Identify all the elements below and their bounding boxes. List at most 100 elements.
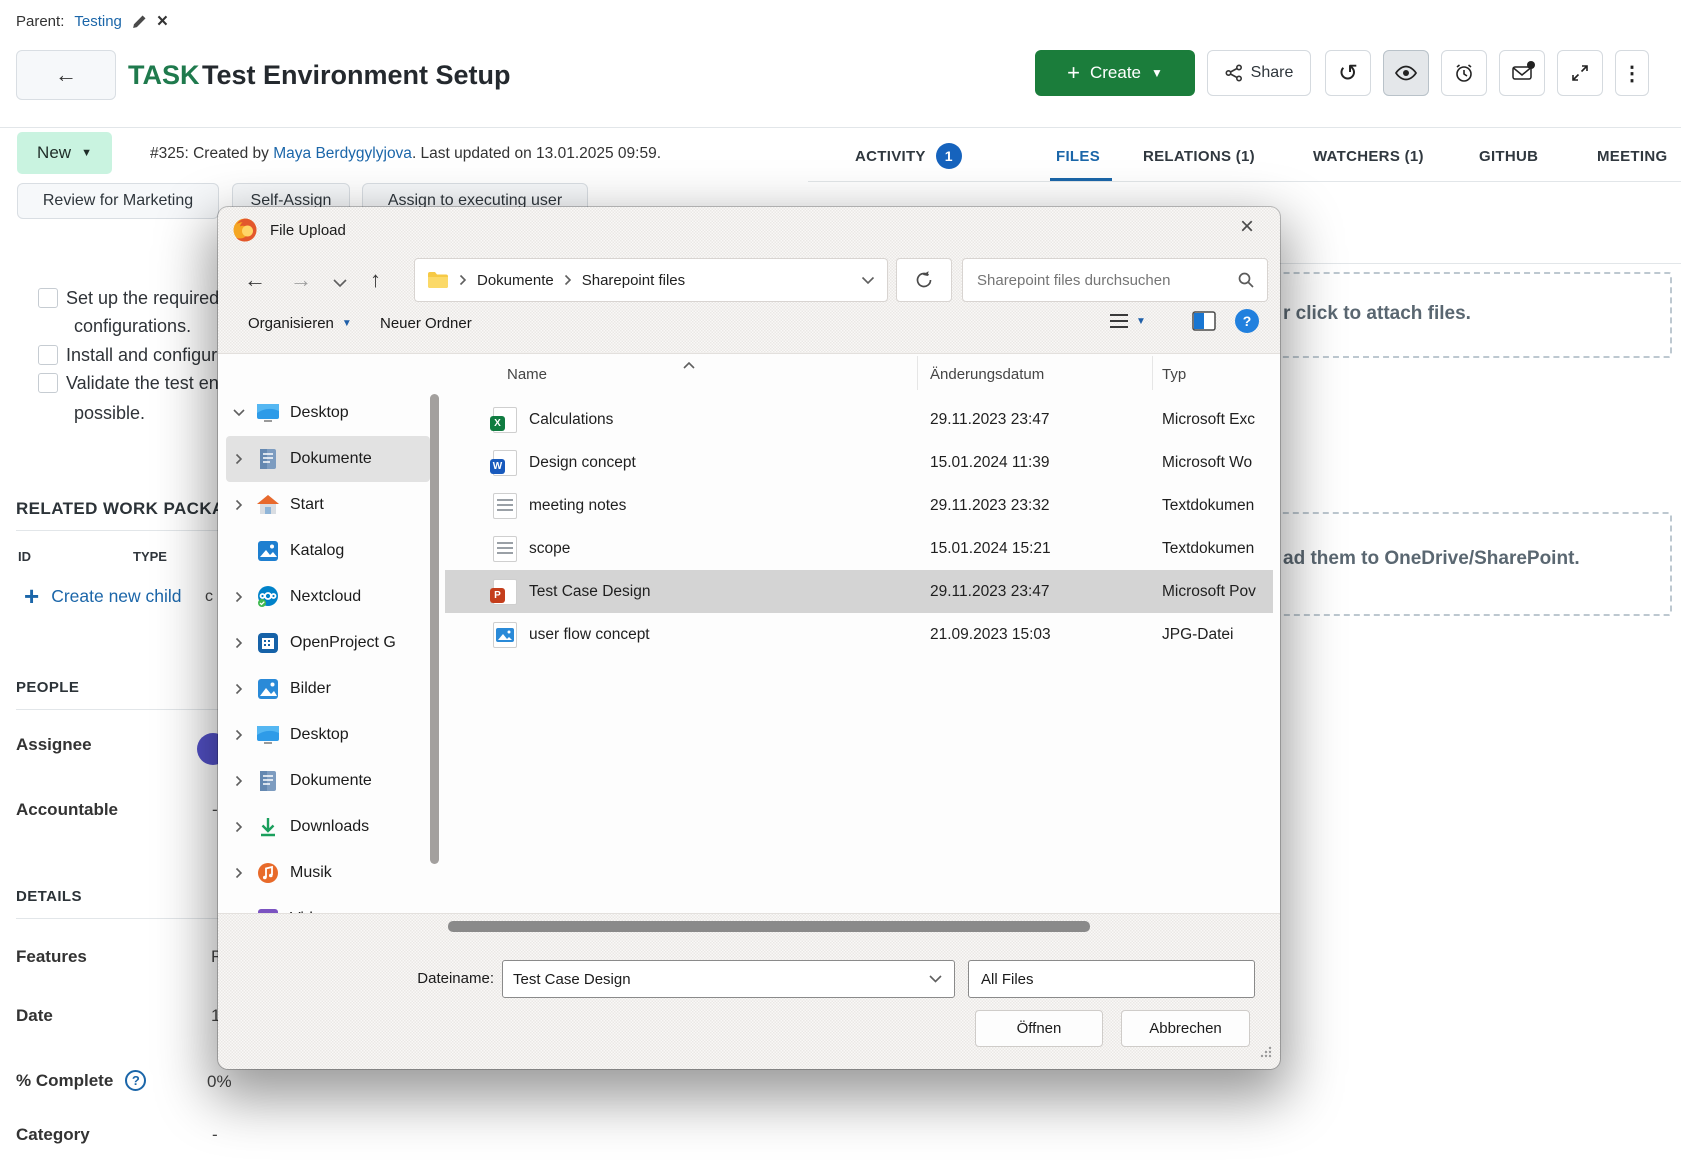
share-button[interactable]: Share bbox=[1207, 50, 1311, 96]
column-date[interactable]: Änderungsdatum bbox=[930, 366, 1044, 383]
file-row-scope[interactable]: scope 15.01.2024 15:21 Textdokumen bbox=[445, 527, 1273, 570]
tree-item-katalog[interactable]: Katalog bbox=[226, 528, 430, 574]
list-horizontal-scrollbar[interactable] bbox=[448, 921, 1090, 932]
accountable-value[interactable]: - bbox=[212, 800, 218, 820]
file-row-calculations[interactable]: X Calculations 29.11.2023 23:47 Microsof… bbox=[445, 398, 1273, 441]
nav-up-icon[interactable]: ↑ bbox=[370, 267, 381, 293]
column-name[interactable]: Name bbox=[507, 366, 547, 383]
more-menu-button[interactable]: ⋮ bbox=[1615, 50, 1649, 96]
tab-relations[interactable]: RELATIONS (1) bbox=[1143, 148, 1255, 165]
parent-link[interactable]: Testing bbox=[74, 13, 122, 30]
chevron-expanded-icon[interactable] bbox=[232, 409, 246, 417]
pct-complete-value[interactable]: 0% bbox=[207, 1072, 232, 1092]
tab-watchers[interactable]: WATCHERS (1) bbox=[1313, 148, 1424, 165]
preview-pane-icon[interactable] bbox=[1192, 311, 1216, 331]
openproject-icon bbox=[256, 631, 280, 655]
activity-history-button[interactable]: ↺ bbox=[1325, 50, 1371, 96]
activity-badge: 1 bbox=[936, 143, 962, 169]
author-link[interactable]: Maya Berdygylyjova bbox=[273, 145, 412, 162]
open-button[interactable]: Öffnen bbox=[975, 1010, 1103, 1047]
chevron-collapsed-icon[interactable] bbox=[232, 729, 246, 741]
back-button[interactable]: ← bbox=[16, 50, 116, 100]
file-row-test-case-design[interactable]: P Test Case Design 29.11.2023 23:47 Micr… bbox=[445, 570, 1273, 613]
tree-item-nextcloud[interactable]: Nextcloud bbox=[226, 574, 430, 620]
help-icon[interactable]: ? bbox=[125, 1070, 146, 1091]
checkbox-validate[interactable] bbox=[38, 373, 58, 393]
chevron-collapsed-icon[interactable] bbox=[232, 683, 246, 695]
checklist-line3: Install and configur bbox=[66, 345, 217, 366]
chevron-collapsed-icon[interactable] bbox=[232, 867, 246, 879]
tree-item-dokumente[interactable]: Dokumente bbox=[226, 436, 430, 482]
filename-input[interactable] bbox=[503, 971, 929, 988]
tree-item-bilder[interactable]: Bilder bbox=[226, 666, 430, 712]
file-row-user-flow-concept[interactable]: user flow concept 21.09.2023 15:03 JPG-D… bbox=[445, 613, 1273, 656]
chevron-collapsed-icon[interactable] bbox=[232, 913, 246, 914]
tree-item-videos[interactable]: Videos bbox=[226, 896, 430, 914]
category-value[interactable]: - bbox=[212, 1125, 218, 1145]
filetype-select[interactable]: All Files bbox=[968, 960, 1255, 998]
music-icon bbox=[256, 861, 280, 885]
cancel-button[interactable]: Abbrechen bbox=[1121, 1010, 1250, 1047]
dialog-titlebar[interactable]: File Upload × bbox=[218, 207, 1280, 253]
resize-grip[interactable] bbox=[1260, 1045, 1272, 1063]
tree-item-dokumente-2[interactable]: Dokumente bbox=[226, 758, 430, 804]
file-row-meeting-notes[interactable]: meeting notes 29.11.2023 23:32 Textdokum… bbox=[445, 484, 1273, 527]
watch-button[interactable] bbox=[1383, 50, 1429, 96]
search-box[interactable] bbox=[962, 258, 1268, 302]
create-new-child-link[interactable]: + Create new child bbox=[24, 583, 182, 609]
nav-recent-chevron-icon[interactable] bbox=[332, 275, 348, 293]
chevron-collapsed-icon[interactable] bbox=[232, 591, 246, 603]
column-separator[interactable] bbox=[1152, 356, 1153, 390]
column-separator[interactable] bbox=[917, 356, 918, 390]
create-button[interactable]: + Create ▼ bbox=[1035, 50, 1195, 96]
new-folder-button[interactable]: Neuer Ordner bbox=[380, 315, 472, 332]
nav-forward-icon[interactable]: → bbox=[290, 267, 312, 293]
chevron-collapsed-icon[interactable] bbox=[232, 637, 246, 649]
tree-item-openproject[interactable]: OpenProject G bbox=[226, 620, 430, 666]
tree-item-desktop[interactable]: Desktop bbox=[226, 712, 430, 758]
tab-meeting[interactable]: MEETING bbox=[1597, 148, 1667, 165]
filename-combobox[interactable] bbox=[502, 960, 955, 998]
reminder-button[interactable] bbox=[1441, 50, 1487, 96]
dialog-help-icon[interactable]: ? bbox=[1235, 309, 1259, 333]
tree-item-desktop-root[interactable]: Desktop bbox=[226, 390, 430, 436]
breadcrumb-documents[interactable]: Dokumente bbox=[477, 272, 554, 289]
breadcrumb-bar[interactable]: Dokumente Sharepoint files bbox=[414, 258, 888, 302]
tree-item-downloads[interactable]: Downloads bbox=[226, 804, 430, 850]
tree-scrollbar[interactable] bbox=[430, 394, 439, 864]
workflow-review-button[interactable]: Review for Marketing bbox=[17, 183, 219, 219]
remove-parent-icon[interactable]: × bbox=[157, 12, 168, 31]
expand-icon bbox=[1571, 64, 1589, 82]
status-button[interactable]: New ▼ bbox=[17, 132, 112, 174]
search-icon[interactable] bbox=[1237, 271, 1255, 289]
view-mode-button[interactable]: ▼ bbox=[1108, 311, 1146, 331]
notifications-button[interactable] bbox=[1499, 50, 1545, 96]
tree-item-start[interactable]: Start bbox=[226, 482, 430, 528]
chevron-down-icon[interactable] bbox=[929, 975, 942, 983]
tab-activity[interactable]: ACTIVITY 1 bbox=[855, 143, 962, 169]
fullscreen-button[interactable] bbox=[1557, 50, 1603, 96]
breadcrumb-sharepoint-files[interactable]: Sharepoint files bbox=[582, 272, 685, 289]
checkbox-install[interactable] bbox=[38, 345, 58, 365]
address-dropdown-icon[interactable] bbox=[861, 276, 875, 285]
checkbox-setup[interactable] bbox=[38, 288, 58, 308]
tab-files[interactable]: FILES bbox=[1056, 148, 1100, 165]
organize-menu[interactable]: Organisieren ▼ bbox=[248, 315, 352, 332]
chevron-collapsed-icon[interactable] bbox=[232, 453, 246, 465]
edit-parent-icon[interactable] bbox=[132, 14, 147, 29]
excel-file-icon: X bbox=[493, 407, 517, 433]
chevron-collapsed-icon[interactable] bbox=[232, 775, 246, 787]
nav-back-icon[interactable]: ← bbox=[244, 267, 266, 293]
tree-item-musik[interactable]: Musik bbox=[226, 850, 430, 896]
related-col-type: TYPE bbox=[133, 549, 167, 564]
tab-github[interactable]: GITHUB bbox=[1479, 148, 1538, 165]
search-input[interactable] bbox=[975, 271, 1229, 290]
file-row-design-concept[interactable]: W Design concept 15.01.2024 11:39 Micros… bbox=[445, 441, 1273, 484]
chevron-collapsed-icon[interactable] bbox=[232, 821, 246, 833]
chevron-collapsed-icon[interactable] bbox=[232, 499, 246, 511]
column-type[interactable]: Typ bbox=[1162, 366, 1186, 383]
dialog-body: Desktop Dokumente Start Katalog Nextclou… bbox=[218, 353, 1280, 914]
plus-icon: + bbox=[24, 583, 39, 609]
refresh-button[interactable] bbox=[896, 258, 952, 302]
dialog-close-icon[interactable]: × bbox=[1240, 215, 1254, 239]
